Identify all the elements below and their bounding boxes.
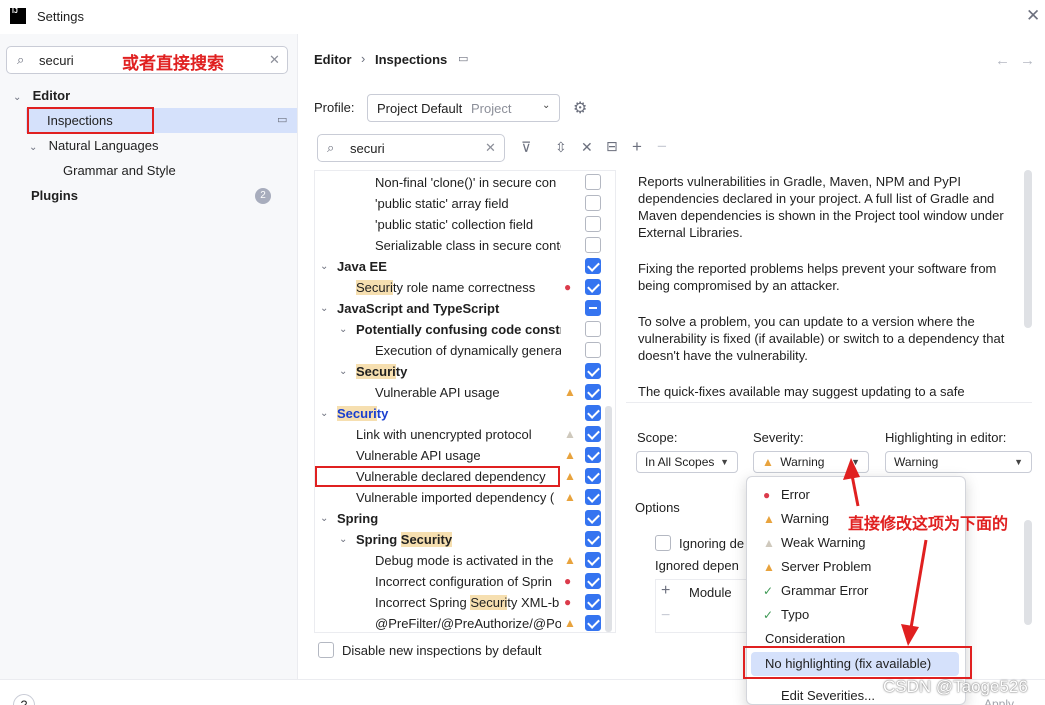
annotation-arrows	[843, 458, 928, 646]
severity-annotation: 直接修改这项为下面的	[848, 516, 1009, 533]
arrow-to-no-highlighting	[909, 539, 928, 629]
arrowhead-icon	[843, 458, 860, 480]
watermark: CSDN @Taoge526	[883, 677, 1028, 696]
arrowhead-icon	[901, 624, 919, 646]
